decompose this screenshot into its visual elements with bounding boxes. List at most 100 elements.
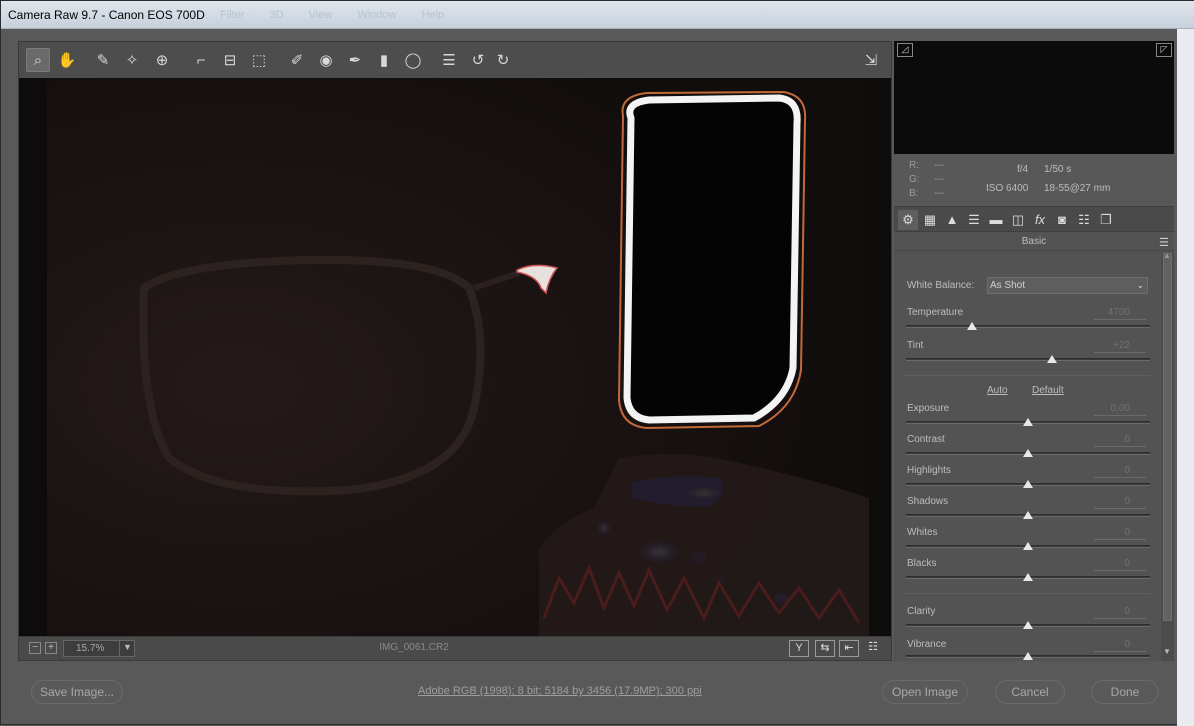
slider-value-blacks[interactable]: 0 [1094,557,1146,571]
slider-thumb[interactable] [1023,418,1033,426]
swap-settings-button[interactable]: ⇆ [815,640,835,657]
copy-settings-button[interactable]: ⇤ [839,640,859,657]
slider-track-temperature[interactable] [906,322,1150,330]
tab-presets[interactable]: ☷ [1074,210,1094,230]
slider-value-contrast[interactable]: 0 [1094,433,1146,447]
slider-thumb[interactable] [1023,621,1033,629]
zoom-tool-icon[interactable]: ⌕ [26,48,50,72]
slider-track-blacks[interactable] [906,573,1150,581]
iso: ISO 6400 [986,183,1029,194]
slider-value-exposure[interactable]: 0.00 [1094,402,1146,416]
spot-removal-tool-icon[interactable]: ✐ [285,48,309,72]
save-image-button[interactable]: Save Image... [31,680,123,704]
slider-value-whites[interactable]: 0 [1094,526,1146,540]
menu-window: Window [357,9,397,21]
transform-tool-icon[interactable]: ⬚ [247,48,271,72]
camera-raw-window: Camera Raw 9.7 - Canon EOS 700D Filter 3… [0,0,1194,726]
slider-track-tint[interactable] [906,355,1150,363]
shadow-clipping-warning-icon[interactable]: ◿ [897,43,913,57]
tab-lens-corrections[interactable]: ◫ [1008,210,1028,230]
preferences-icon[interactable]: ☰ [437,48,461,72]
rotate-left-icon[interactable]: ↺ [466,48,490,72]
tool-bar: ⌕ ✋ ✎ ✧ ⊕ ⌐ ⊟ ⬚ ✐ ◉ ✒ ▮ ◯ ☰ ↺ ↻ ⇲ [19,42,891,78]
r-label: R: [909,160,919,171]
slider-value-tint[interactable]: +22 [1094,339,1146,353]
background-menu-bar: Filter 3D View Window Help [220,9,466,21]
scrollbar-thumb[interactable] [1163,253,1172,621]
slider-label-blacks: Blacks [907,558,937,569]
slider-value-shadows[interactable]: 0 [1094,495,1146,509]
lens: 18-55@27 mm [1044,183,1111,194]
fullscreen-toggle-icon[interactable]: ⇲ [859,48,883,72]
slider-label-temperature: Temperature [907,307,964,318]
rotate-right-icon[interactable]: ↻ [491,48,515,72]
toggle-settings-button[interactable]: ☷ [863,640,883,657]
bright-frame-outline [623,94,801,424]
slider-label-exposure: Exposure [907,403,950,414]
slider-thumb[interactable] [1023,573,1033,581]
crop-tool-icon[interactable]: ⌐ [189,48,213,72]
slider-track-exposure[interactable] [906,418,1150,426]
tab-camera-calibration[interactable]: ◙ [1052,210,1072,230]
cancel-button[interactable]: Cancel [995,680,1065,704]
window-title: Camera Raw 9.7 - Canon EOS 700D [8,8,205,22]
workflow-options-link[interactable]: Adobe RGB (1998); 8 bit; 5184 by 3456 (1… [418,685,702,697]
highlight-clipping-warning-icon[interactable]: ◸ [1156,43,1172,57]
white-balance-select[interactable]: As Shot ⌄ [987,277,1148,294]
slider-thumb[interactable] [967,322,977,330]
tab-tone-curve[interactable]: ▦ [920,210,940,230]
slider-track-highlights[interactable] [906,480,1150,488]
open-image-button[interactable]: Open Image [882,680,968,704]
tab-snapshots[interactable]: ❐ [1096,210,1116,230]
before-after-view-button[interactable]: Y [789,640,809,657]
tab-hsl[interactable]: ☰ [964,210,984,230]
targeted-adjustment-tool-icon[interactable]: ⊕ [150,48,174,72]
b-value: --- [934,188,944,199]
scroll-up-icon[interactable]: ▲ [1163,251,1171,260]
image-preview[interactable] [19,78,891,636]
default-link[interactable]: Default [1032,385,1064,396]
aperture: f/4 [1017,164,1029,175]
g-value: --- [934,174,944,185]
slider-thumb[interactable] [1023,652,1033,660]
white-balance-value: As Shot [990,280,1026,291]
white-balance-tool-icon[interactable]: ✎ [91,48,115,72]
radial-filter-icon[interactable]: ◯ [401,48,425,72]
tab-basic[interactable]: ⚙ [898,210,918,230]
hand-tool-icon[interactable]: ✋ [55,48,79,72]
slider-track-vibrance[interactable] [906,652,1150,660]
done-button[interactable]: Done [1091,680,1159,704]
slider-thumb[interactable] [1023,449,1033,457]
slider-value-highlights[interactable]: 0 [1094,464,1146,478]
panel-scrollbar[interactable]: ▲ ▼ [1161,251,1174,661]
red-eye-tool-icon[interactable]: ◉ [314,48,338,72]
slider-track-shadows[interactable] [906,511,1150,519]
tab-effects[interactable]: fx [1030,210,1050,230]
tab-detail[interactable]: ▲ [942,210,962,230]
slider-thumb[interactable] [1047,355,1057,363]
adjustment-brush-icon[interactable]: ✒ [343,48,367,72]
straighten-tool-icon[interactable]: ⊟ [218,48,242,72]
chevron-down-icon[interactable]: ▼ [119,640,135,657]
zoom-out-button[interactable]: − [29,642,41,654]
slider-thumb[interactable] [1023,511,1033,519]
color-sampler-tool-icon[interactable]: ✧ [120,48,144,72]
slider-track-whites[interactable] [906,542,1150,550]
slider-thumb[interactable] [1023,542,1033,550]
slider-value-vibrance[interactable]: 0 [1094,638,1146,652]
tab-split-toning[interactable]: ▬ [986,210,1006,230]
status-bar: − + 15.7% ▼ IMG_0061.CR2 Y ⇆ ⇤ ☷ [19,636,891,660]
graduated-filter-icon[interactable]: ▮ [372,48,396,72]
slider-track-clarity[interactable] [906,621,1150,629]
g-label: G: [909,174,920,185]
slider-value-temperature[interactable]: 4700 [1094,306,1146,320]
slider-thumb[interactable] [1023,480,1033,488]
auto-link[interactable]: Auto [987,385,1008,396]
zoom-in-button[interactable]: + [45,642,57,654]
slider-label-whites: Whites [907,527,938,538]
slider-value-clarity[interactable]: 0 [1094,605,1146,619]
basic-controls: White Balance: As Shot ⌄ Temperature 470… [894,253,1161,661]
panel-menu-icon[interactable]: ☰ [1159,236,1169,249]
slider-track-contrast[interactable] [906,449,1150,457]
scroll-down-icon[interactable]: ▼ [1163,647,1171,656]
